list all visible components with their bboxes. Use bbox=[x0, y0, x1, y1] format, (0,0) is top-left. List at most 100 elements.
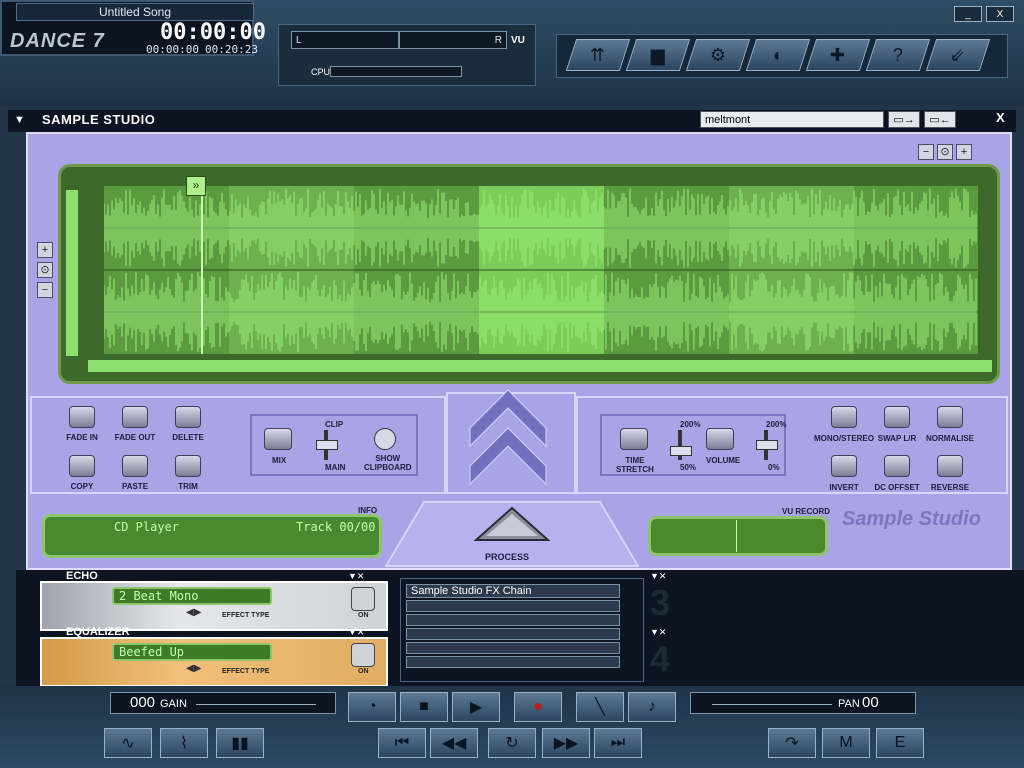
fade-out-button[interactable] bbox=[122, 406, 148, 428]
paste-button[interactable] bbox=[122, 455, 148, 477]
rewind-icon[interactable]: ◀◀ bbox=[430, 728, 478, 758]
eq-on-button[interactable] bbox=[351, 643, 375, 667]
import-icon[interactable]: ↷ bbox=[768, 728, 816, 758]
process-label: PROCESS bbox=[485, 552, 530, 562]
volume-slider-handle[interactable] bbox=[756, 440, 778, 450]
record-icon[interactable]: ● bbox=[514, 692, 562, 722]
fx-chain-slot[interactable] bbox=[406, 656, 620, 668]
microphone-icon[interactable]: ♪ bbox=[628, 692, 676, 722]
window-minimize-button[interactable]: _ bbox=[954, 6, 982, 22]
waveform-scrollbar[interactable] bbox=[88, 360, 992, 372]
settings-icon[interactable]: ✚ bbox=[805, 39, 871, 71]
fx-chain-slot[interactable] bbox=[406, 642, 620, 654]
mono-stereo-button[interactable] bbox=[831, 406, 857, 428]
skip-back-icon[interactable]: ⏮ bbox=[378, 728, 426, 758]
slot-4-number: 4 bbox=[650, 638, 671, 679]
sample-studio-logo: Sample Studio bbox=[842, 508, 981, 530]
chevron-down-icon[interactable]: ▼ bbox=[14, 114, 25, 126]
eq-type-label: EFFECT TYPE bbox=[222, 668, 270, 675]
fx-chain-slot[interactable] bbox=[406, 628, 620, 640]
vu-record-marker bbox=[736, 520, 737, 552]
trim-button[interactable] bbox=[175, 455, 201, 477]
info-source: CD Player bbox=[114, 520, 180, 534]
window-close-button[interactable]: X bbox=[986, 6, 1014, 22]
loop-icon[interactable]: ↻ bbox=[488, 728, 536, 758]
info-track: Track 00/00 bbox=[296, 520, 376, 534]
upload-list-icon[interactable]: ⇈ bbox=[565, 39, 631, 71]
reverse-button[interactable] bbox=[937, 455, 963, 477]
zoom-in-icon[interactable]: + bbox=[956, 144, 972, 160]
envelope-view-icon[interactable]: ⌇ bbox=[160, 728, 208, 758]
delete-button[interactable] bbox=[175, 406, 201, 428]
time-stretch-button[interactable] bbox=[620, 428, 648, 450]
eq-on-label: ON bbox=[358, 668, 369, 675]
zoom-fit-icon[interactable]: ⊙ bbox=[937, 144, 953, 160]
load-file-icon[interactable]: ▭← bbox=[924, 111, 956, 128]
play-icon[interactable]: ▶ bbox=[452, 692, 500, 722]
normalise-label: NORMALISE bbox=[926, 434, 974, 443]
listen-icon[interactable]: ◔ bbox=[348, 692, 396, 722]
echo-on-button[interactable] bbox=[351, 587, 375, 611]
slot4-collapse-icon[interactable]: ▼✕ bbox=[650, 627, 666, 638]
fx-chain-title[interactable]: Sample Studio FX Chain bbox=[406, 584, 620, 598]
stretch-min-label: 50% bbox=[680, 463, 697, 472]
vu-left: L bbox=[291, 31, 399, 49]
copy-button[interactable] bbox=[69, 455, 95, 477]
gain-label: GAIN bbox=[160, 698, 187, 710]
zoom-out-icon[interactable]: − bbox=[918, 144, 934, 160]
echo-arrows-icon[interactable]: ◀▶ bbox=[186, 607, 201, 618]
sample-studio-title: SAMPLE STUDIO bbox=[42, 112, 156, 127]
pan-track bbox=[712, 700, 832, 705]
echo-type-label: EFFECT TYPE bbox=[222, 612, 270, 619]
vzoom-in-icon[interactable]: + bbox=[37, 242, 53, 258]
mix-button[interactable] bbox=[264, 428, 292, 450]
vzoom-out-icon[interactable]: − bbox=[37, 282, 53, 298]
fx-chain-slot[interactable] bbox=[406, 600, 620, 612]
waveform-canvas[interactable] bbox=[104, 186, 978, 354]
sample-file-input[interactable]: meltmont bbox=[700, 111, 884, 128]
waveform-scroll-left[interactable] bbox=[66, 190, 78, 356]
echo-effect-value[interactable]: 2 Beat Mono bbox=[112, 587, 272, 605]
skip-forward-icon[interactable]: ⏭ bbox=[594, 728, 642, 758]
vzoom-fit-icon[interactable]: ⊙ bbox=[37, 262, 53, 278]
volume-max-label: 200% bbox=[766, 420, 787, 429]
echo-on-label: ON bbox=[358, 612, 369, 619]
waveform-view-icon[interactable]: ∿ bbox=[104, 728, 152, 758]
volume-min-label: 0% bbox=[768, 463, 780, 472]
song-title[interactable]: Untitled Song bbox=[16, 3, 254, 21]
swap-lr-button[interactable] bbox=[884, 406, 910, 428]
fade-in-button[interactable] bbox=[69, 406, 95, 428]
time-total: 00:20:23 bbox=[205, 43, 258, 56]
minimize-to-tray-icon[interactable]: ⇙ bbox=[925, 39, 991, 71]
folder-icon[interactable]: ▆ bbox=[625, 39, 691, 71]
fx-chain-slot[interactable] bbox=[406, 614, 620, 626]
show-clipboard-button[interactable] bbox=[374, 428, 396, 450]
save-file-icon[interactable]: ▭→ bbox=[888, 111, 920, 128]
stretch-slider-handle[interactable] bbox=[670, 446, 692, 456]
slot3-collapse-icon[interactable]: ▼✕ bbox=[650, 571, 666, 582]
help-icon[interactable]: ? bbox=[865, 39, 931, 71]
fast-forward-icon[interactable]: ▶▶ bbox=[542, 728, 590, 758]
time-elapsed: 00:00:00 bbox=[146, 43, 199, 56]
globe-icon[interactable]: ◐ bbox=[745, 39, 811, 71]
playhead-marker-icon[interactable]: » bbox=[186, 176, 206, 196]
studio-close-button[interactable]: X bbox=[996, 110, 1005, 125]
invert-button[interactable] bbox=[831, 455, 857, 477]
line-in-icon[interactable]: ╲ bbox=[576, 692, 624, 722]
mixer-icon[interactable]: ⚙ bbox=[685, 39, 751, 71]
chevron-up-icon bbox=[469, 389, 547, 486]
slot-3-number: 3 bbox=[650, 582, 671, 623]
app-logo: DANCE 7 bbox=[10, 30, 105, 52]
process-button[interactable] bbox=[474, 506, 550, 546]
eq-arrows-icon[interactable]: ◀▶ bbox=[186, 663, 201, 674]
pattern-view-icon[interactable]: ▮▮ bbox=[216, 728, 264, 758]
eq-effect-value[interactable]: Beefed Up bbox=[112, 643, 272, 661]
mix-slider-handle[interactable] bbox=[316, 440, 338, 450]
export-icon[interactable]: E bbox=[876, 728, 924, 758]
volume-button[interactable] bbox=[706, 428, 734, 450]
normalise-button[interactable] bbox=[937, 406, 963, 428]
midi-icon[interactable]: M bbox=[822, 728, 870, 758]
stop-icon[interactable]: ■ bbox=[400, 692, 448, 722]
dc-offset-button[interactable] bbox=[884, 455, 910, 477]
pan-label: PAN bbox=[838, 698, 860, 710]
